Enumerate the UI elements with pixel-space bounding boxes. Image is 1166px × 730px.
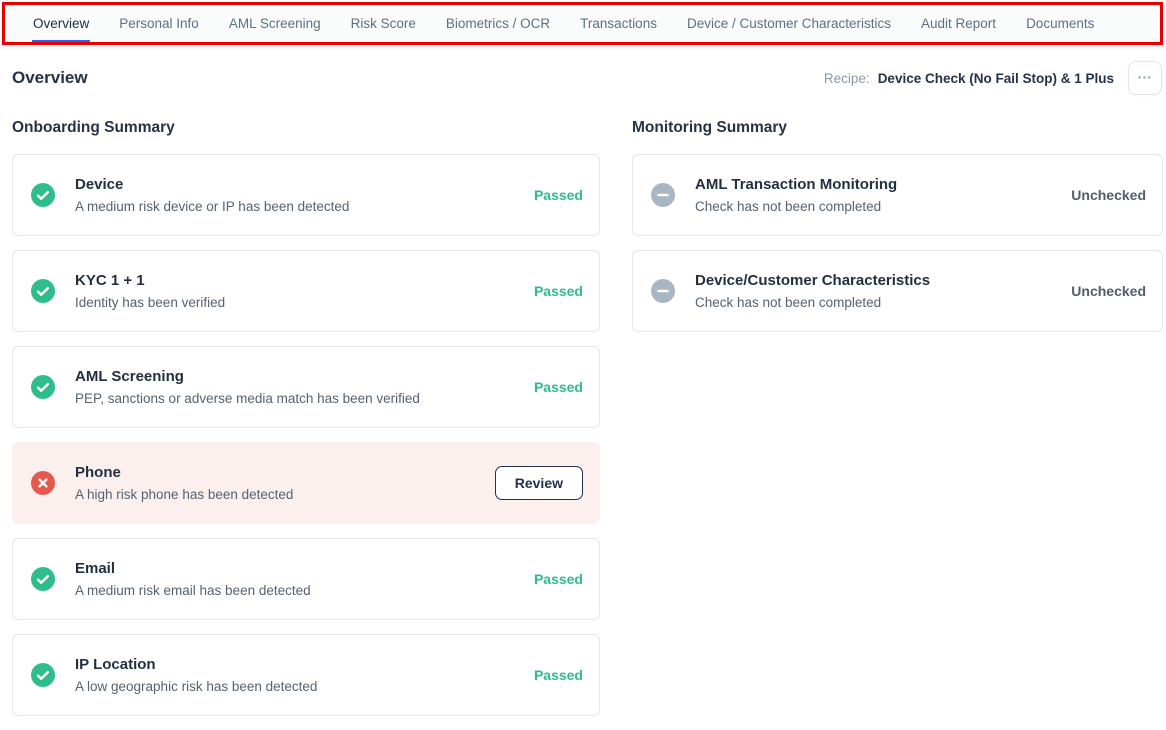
- card-subtitle: A high risk phone has been detected: [75, 487, 483, 502]
- page-title: Overview: [12, 68, 88, 88]
- card-title: Device/Customer Characteristics: [695, 272, 1059, 289]
- monitoring-summary-section: Monitoring Summary AML Transaction Monit…: [632, 95, 1163, 730]
- card-subtitle: A low geographic risk has been detected: [75, 679, 522, 694]
- card-phone: Phone A high risk phone has been detecte…: [12, 442, 600, 524]
- card-title: AML Transaction Monitoring: [695, 176, 1059, 193]
- card-subtitle: Check has not been completed: [695, 295, 1059, 310]
- check-circle-icon: [31, 663, 55, 687]
- tab-bar: Overview Personal Info AML Screening Ris…: [0, 0, 1166, 46]
- check-circle-icon: [31, 183, 55, 207]
- card-title: Phone: [75, 464, 483, 481]
- tab-risk-score[interactable]: Risk Score: [336, 0, 431, 46]
- card-subtitle: Check has not been completed: [695, 199, 1059, 214]
- card-title: KYC 1 + 1: [75, 272, 522, 289]
- card-subtitle: A medium risk device or IP has been dete…: [75, 199, 522, 214]
- tab-label: Risk Score: [351, 16, 416, 31]
- card-subtitle: Identity has been verified: [75, 295, 522, 310]
- monitoring-summary-heading: Monitoring Summary: [632, 119, 1163, 137]
- status-badge: Passed: [534, 667, 583, 683]
- onboarding-summary-heading: Onboarding Summary: [12, 119, 600, 137]
- tab-label: Audit Report: [921, 16, 996, 31]
- ellipsis-icon: •••: [1138, 72, 1153, 84]
- tab-device-customer-characteristics[interactable]: Device / Customer Characteristics: [672, 0, 906, 46]
- status-badge: Passed: [534, 187, 583, 203]
- main-content: Onboarding Summary Device A medium risk …: [0, 95, 1166, 730]
- tab-aml-screening[interactable]: AML Screening: [214, 0, 336, 46]
- check-circle-icon: [31, 567, 55, 591]
- status-badge: Unchecked: [1071, 187, 1146, 203]
- tab-documents[interactable]: Documents: [1011, 0, 1109, 46]
- x-circle-icon: [31, 471, 55, 495]
- check-circle-icon: [31, 279, 55, 303]
- onboarding-summary-section: Onboarding Summary Device A medium risk …: [12, 95, 600, 730]
- card-device: Device A medium risk device or IP has be…: [12, 154, 600, 236]
- card-email: Email A medium risk email has been detec…: [12, 538, 600, 620]
- card-title: Device: [75, 176, 522, 193]
- tab-biometrics-ocr[interactable]: Biometrics / OCR: [431, 0, 565, 46]
- card-aml-screening: AML Screening PEP, sanctions or adverse …: [12, 346, 600, 428]
- page-header: Overview Recipe: Device Check (No Fail S…: [0, 46, 1166, 95]
- card-title: Email: [75, 560, 522, 577]
- recipe-value: Device Check (No Fail Stop) & 1 Plus: [878, 71, 1114, 86]
- card-aml-transaction-monitoring: AML Transaction Monitoring Check has not…: [632, 154, 1163, 236]
- tab-overview[interactable]: Overview: [18, 0, 104, 46]
- tab-audit-report[interactable]: Audit Report: [906, 0, 1011, 46]
- status-badge: Passed: [534, 379, 583, 395]
- card-subtitle: A medium risk email has been detected: [75, 583, 522, 598]
- tab-label: AML Screening: [229, 16, 321, 31]
- status-badge: Passed: [534, 283, 583, 299]
- card-ip-location: IP Location A low geographic risk has be…: [12, 634, 600, 716]
- card-kyc: KYC 1 + 1 Identity has been verified Pas…: [12, 250, 600, 332]
- tab-label: Overview: [33, 16, 89, 31]
- check-circle-icon: [31, 375, 55, 399]
- more-options-button[interactable]: •••: [1128, 61, 1162, 95]
- recipe-group: Recipe: Device Check (No Fail Stop) & 1 …: [824, 61, 1162, 95]
- card-title: AML Screening: [75, 368, 522, 385]
- status-badge: Passed: [534, 571, 583, 587]
- tab-label: Transactions: [580, 16, 657, 31]
- review-button[interactable]: Review: [495, 466, 583, 500]
- card-subtitle: PEP, sanctions or adverse media match ha…: [75, 391, 522, 406]
- minus-circle-icon: [651, 279, 675, 303]
- tab-label: Personal Info: [119, 16, 199, 31]
- card-device-customer-characteristics: Device/Customer Characteristics Check ha…: [632, 250, 1163, 332]
- minus-circle-icon: [651, 183, 675, 207]
- recipe-label: Recipe:: [824, 71, 870, 86]
- tab-label: Biometrics / OCR: [446, 16, 550, 31]
- card-title: IP Location: [75, 656, 522, 673]
- tab-label: Device / Customer Characteristics: [687, 16, 891, 31]
- tab-personal-info[interactable]: Personal Info: [104, 0, 214, 46]
- tab-label: Documents: [1026, 16, 1094, 31]
- tab-transactions[interactable]: Transactions: [565, 0, 672, 46]
- status-badge: Unchecked: [1071, 283, 1146, 299]
